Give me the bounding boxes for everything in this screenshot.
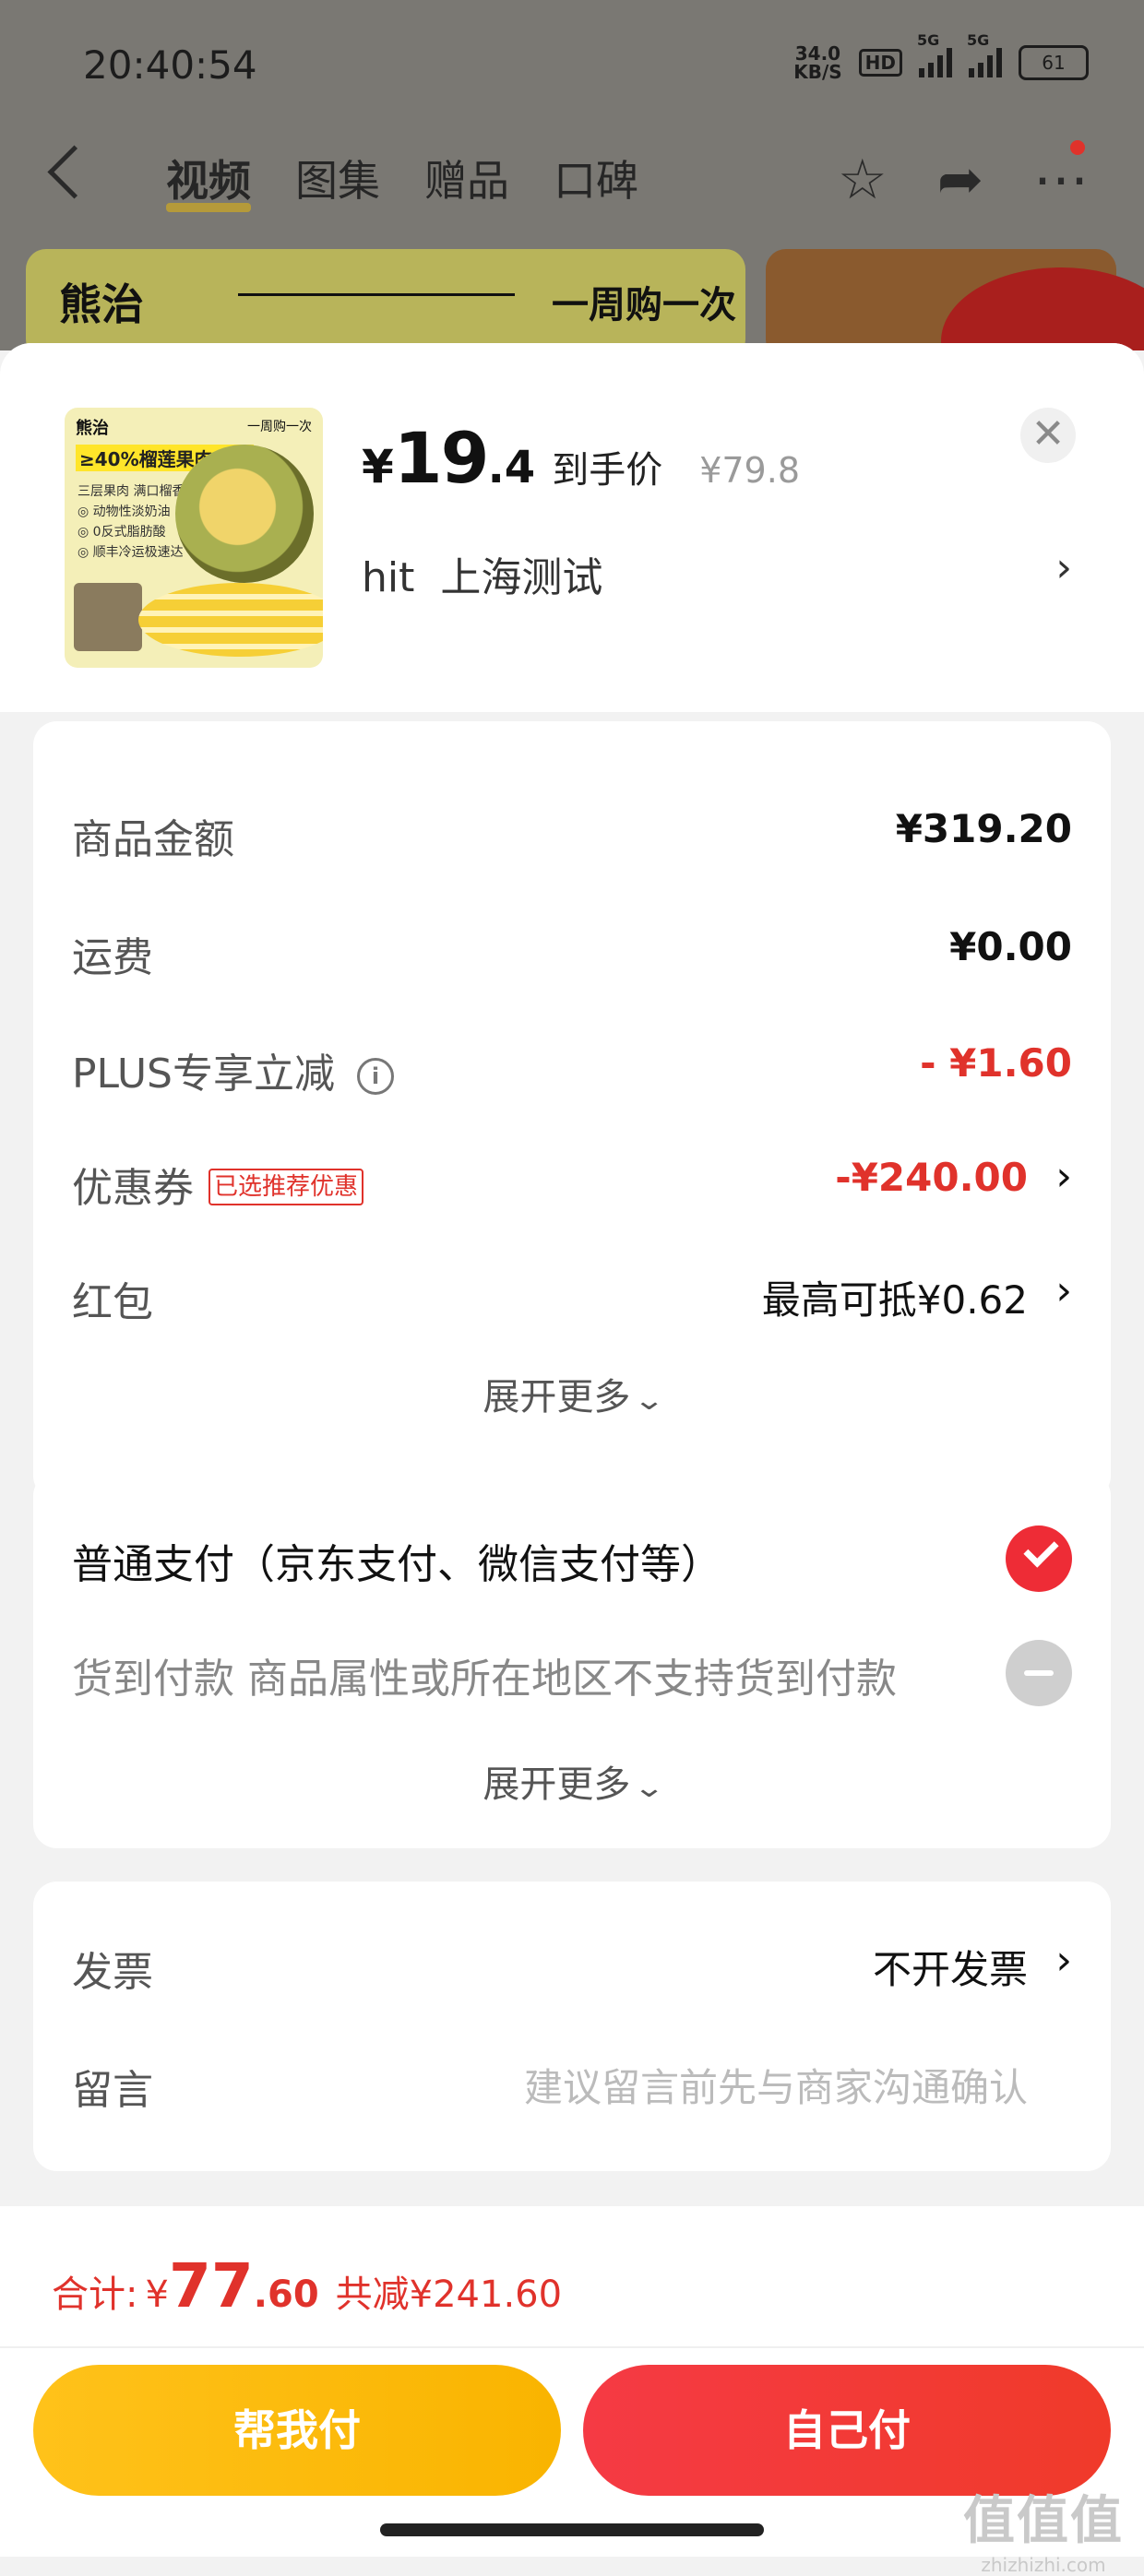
tab-gallery[interactable]: 图集 <box>295 148 380 212</box>
cake-image <box>138 583 323 657</box>
thumb-slogan: 一周购一次 <box>247 420 312 434</box>
checkout-footer: 合计: ¥ 77 .60 共减¥241.60 帮我付 自己付 值值值 zhizh… <box>0 2206 1144 2576</box>
banner-divider <box>238 293 515 296</box>
star-icon[interactable]: ☆ <box>838 148 888 212</box>
coupon-row[interactable]: 优惠券 已选推荐优惠 -¥240.00 › <box>72 1153 1072 1212</box>
status-bar: 20:40:54 34.0 KB/S HD 5G 5G 61 <box>0 31 1144 100</box>
memo-row[interactable]: 留言 建议留言前先与商家沟通确认 <box>72 2057 1072 2114</box>
background-product-page: 20:40:54 34.0 KB/S HD 5G 5G 61 视频 图集 赠品 … <box>0 0 1144 350</box>
network-speed: 34.0 KB/S <box>793 42 842 83</box>
price-label: 到手价 <box>552 449 663 492</box>
share-icon[interactable]: ➦ <box>937 148 983 212</box>
shipping-row: 运费 ¥0.00 <box>72 924 1072 981</box>
expand-more-fees[interactable]: 展开更多⌄ <box>33 1367 1111 1420</box>
goods-amount-label: 商品金额 <box>72 816 234 863</box>
notification-dot <box>1070 140 1085 155</box>
thumb-features: 三层果肉 满口榴香 ◎ 动物性淡奶油 ◎ 0反式脂肪酸 ◎ 顺丰冷运极速达 <box>77 484 185 560</box>
thumb-brand: 熊治 <box>76 419 109 438</box>
tab-reviews[interactable]: 口碑 <box>554 148 638 212</box>
memo-label: 留言 <box>72 2067 153 2114</box>
shipping-label: 运费 <box>72 934 153 981</box>
back-icon[interactable] <box>47 145 101 199</box>
goods-amount-value: ¥319.20 <box>895 806 1072 851</box>
tab-gifts[interactable]: 赠品 <box>424 148 509 212</box>
status-time: 20:40:54 <box>83 42 257 88</box>
signal-icon: 5G <box>917 31 952 77</box>
address-text: hit 上海测试 <box>362 554 603 601</box>
plus-discount-label: PLUS专享立减 <box>72 1051 335 1098</box>
invoice-label: 发票 <box>72 1949 153 1996</box>
tab-video[interactable]: 视频 <box>166 148 251 212</box>
divider <box>0 2346 1144 2348</box>
chevron-down-icon: ⌄ <box>633 1384 666 1417</box>
address-selector[interactable]: hit 上海测试 › <box>362 544 1081 601</box>
product-tabs: 视频 图集 赠品 口碑 <box>166 148 638 212</box>
payment-card: 普通支付（京东支付、微信支付等） 货到付款 商品属性或所在地区不支持货到付款 展… <box>33 1472 1111 1848</box>
redpacket-value: 最高可抵¥0.62 <box>761 1277 1028 1323</box>
chevron-down-icon: ⌄ <box>633 1772 666 1804</box>
nav-actions: ☆ ➦ ⋯ <box>838 148 1089 212</box>
close-button[interactable]: ✕ <box>1020 408 1076 463</box>
plus-discount-value: - ¥1.60 <box>920 1040 1072 1086</box>
payment-option-normal[interactable]: 普通支付（京东支付、微信支付等） <box>72 1522 1072 1596</box>
coupon-label: 优惠券 <box>72 1165 194 1212</box>
invoice-row[interactable]: 发票 不开发票 › <box>72 1937 1072 1996</box>
plus-discount-row: PLUS专享立减 i - ¥1.60 <box>72 1040 1072 1098</box>
expand-more-payment[interactable]: 展开更多⌄ <box>33 1754 1111 1808</box>
total-summary: 合计: ¥ 77 .60 共减¥241.60 <box>52 2250 563 2321</box>
original-price: ¥79.8 <box>699 450 800 491</box>
brand-slogan: 一周购一次 <box>552 284 736 326</box>
extra-card: 发票 不开发票 › 留言 建议留言前先与商家沟通确认 <box>33 1882 1111 2171</box>
check-icon[interactable] <box>1006 1525 1072 1592</box>
chevron-right-icon: › <box>1055 1267 1072 1314</box>
hd-icon: HD <box>858 49 902 77</box>
more-icon[interactable]: ⋯ <box>1033 148 1089 212</box>
invoice-value: 不开发票 <box>872 1947 1028 1992</box>
payment-option-cod: 货到付款 商品属性或所在地区不支持货到付款 <box>72 1636 1072 1710</box>
battery-icon: 61 <box>1019 45 1089 80</box>
redpacket-row[interactable]: 红包 最高可抵¥0.62 › <box>72 1267 1072 1326</box>
brand-seal <box>74 583 142 651</box>
home-indicator[interactable] <box>380 2523 764 2536</box>
product-top-nav: 视频 图集 赠品 口碑 ☆ ➦ ⋯ <box>0 140 1144 221</box>
total-label: 合计: <box>52 2273 138 2316</box>
shipping-value: ¥0.00 <box>949 924 1072 969</box>
product-header: 熊治 一周购一次 ≥40%榴莲果肉含量 三层果肉 满口榴香 ◎ 动物性淡奶油 ◎… <box>0 343 1144 712</box>
chevron-right-icon: › <box>1055 544 1072 591</box>
brand-logo: 熊治 <box>59 279 144 329</box>
total-saved: 共减¥241.60 <box>335 2273 563 2316</box>
product-thumbnail: 熊治 一周购一次 ≥40%榴莲果肉含量 三层果肉 满口榴香 ◎ 动物性淡奶油 ◎… <box>65 408 323 668</box>
redpacket-label: 红包 <box>72 1279 153 1326</box>
coupon-value: -¥240.00 <box>835 1155 1028 1200</box>
fee-summary-card: 商品金额 ¥319.20 运费 ¥0.00 PLUS专享立减 i - ¥1.60 … <box>33 721 1111 1439</box>
close-icon: ✕ <box>1031 410 1066 457</box>
chevron-right-icon: › <box>1055 1937 1072 1984</box>
signal-icon: 5G <box>967 31 1002 77</box>
payment-cod-label: 货到付款 商品属性或所在地区不支持货到付款 <box>72 1656 897 1703</box>
help-pay-button[interactable]: 帮我付 <box>33 2365 561 2496</box>
goods-amount-row: 商品金额 ¥319.20 <box>72 806 1072 863</box>
info-icon[interactable]: i <box>357 1058 394 1095</box>
site-watermark: 值值值 zhizhizhi.com <box>963 2491 1124 2576</box>
chevron-right-icon: › <box>1055 1153 1072 1200</box>
disabled-icon <box>1006 1640 1072 1706</box>
total-amount: 77 <box>168 2250 254 2321</box>
coupon-tag: 已选推荐优惠 <box>209 1169 364 1205</box>
deal-price: ¥ 19 .4 到手价 ¥79.8 <box>362 417 800 499</box>
durian-image <box>175 445 314 583</box>
status-indicators: 34.0 KB/S HD 5G 5G 61 <box>793 31 1089 83</box>
payment-normal-label: 普通支付（京东支付、微信支付等） <box>72 1541 721 1588</box>
memo-input[interactable]: 建议留言前先与商家沟通确认 <box>524 2057 1028 2113</box>
brand-banner: 熊治 一周购一次 <box>26 249 745 350</box>
self-pay-button[interactable]: 自己付 <box>583 2365 1111 2496</box>
